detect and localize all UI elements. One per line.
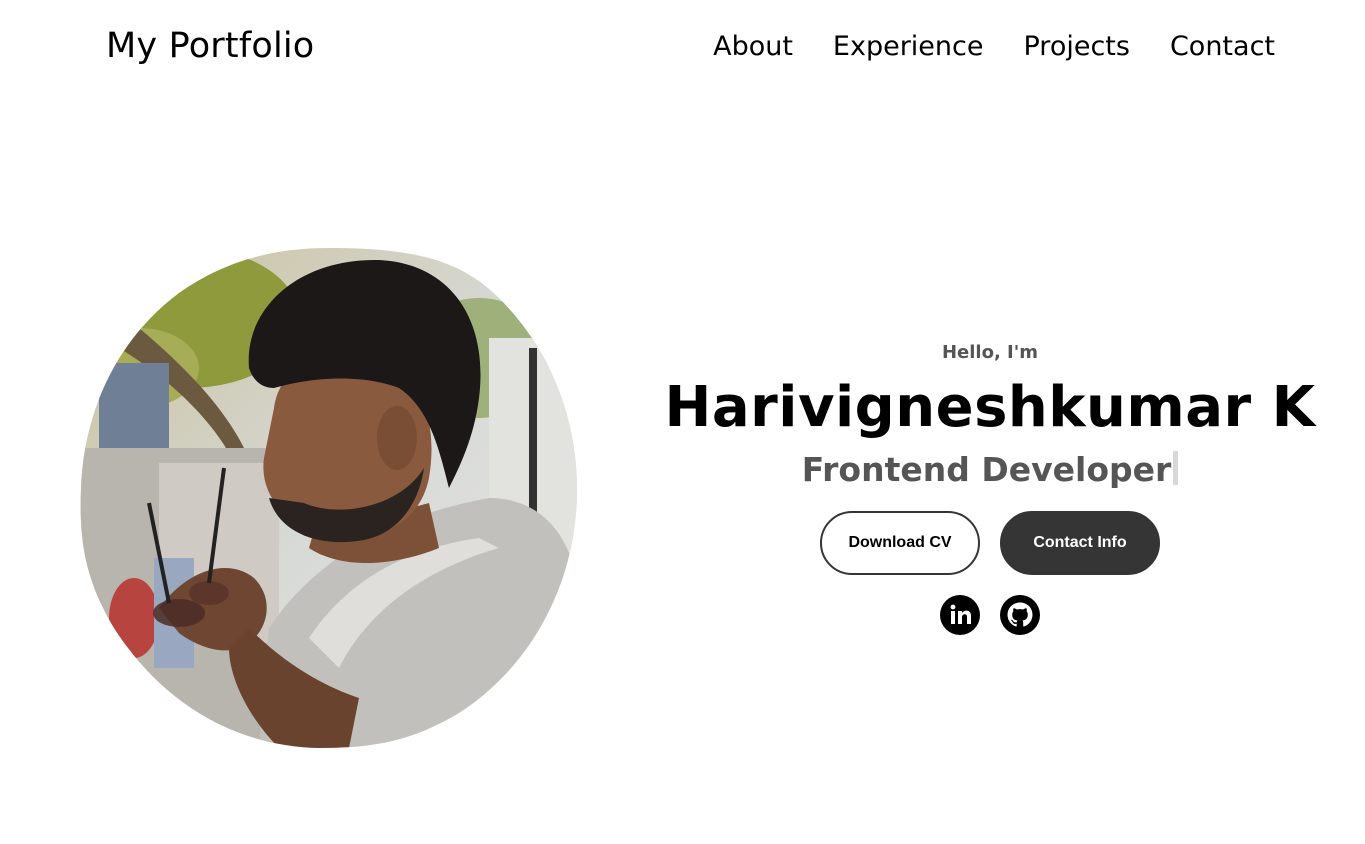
site-logo[interactable]: My Portfolio xyxy=(106,26,314,66)
greeting-text: Hello, I'm xyxy=(941,342,1039,363)
role-text: Frontend Developer xyxy=(801,450,1172,489)
hero-buttons: Download CV Contact Info xyxy=(650,511,1330,575)
portfolio-page: My Portfolio About Experience Projects C… xyxy=(0,0,1365,844)
hero-name: Harivigneshkumar K xyxy=(664,375,1316,440)
github-icon[interactable] xyxy=(1000,595,1040,635)
profile-picture xyxy=(79,248,579,748)
social-links xyxy=(650,595,1330,635)
nav-experience[interactable]: Experience xyxy=(833,31,984,62)
contact-info-button[interactable]: Contact Info xyxy=(1000,511,1160,575)
linkedin-icon[interactable] xyxy=(940,595,980,635)
typing-cursor xyxy=(1173,451,1179,485)
download-cv-button[interactable]: Download CV xyxy=(820,511,980,575)
main-nav: About Experience Projects Contact xyxy=(713,31,1275,62)
hero-role: Frontend Developer xyxy=(650,450,1330,489)
nav-projects[interactable]: Projects xyxy=(1024,31,1130,62)
nav-contact[interactable]: Contact xyxy=(1170,31,1275,62)
hero-section: Hello, I'm Harivigneshkumar K Frontend D… xyxy=(650,340,1330,635)
nav-about[interactable]: About xyxy=(713,31,793,62)
